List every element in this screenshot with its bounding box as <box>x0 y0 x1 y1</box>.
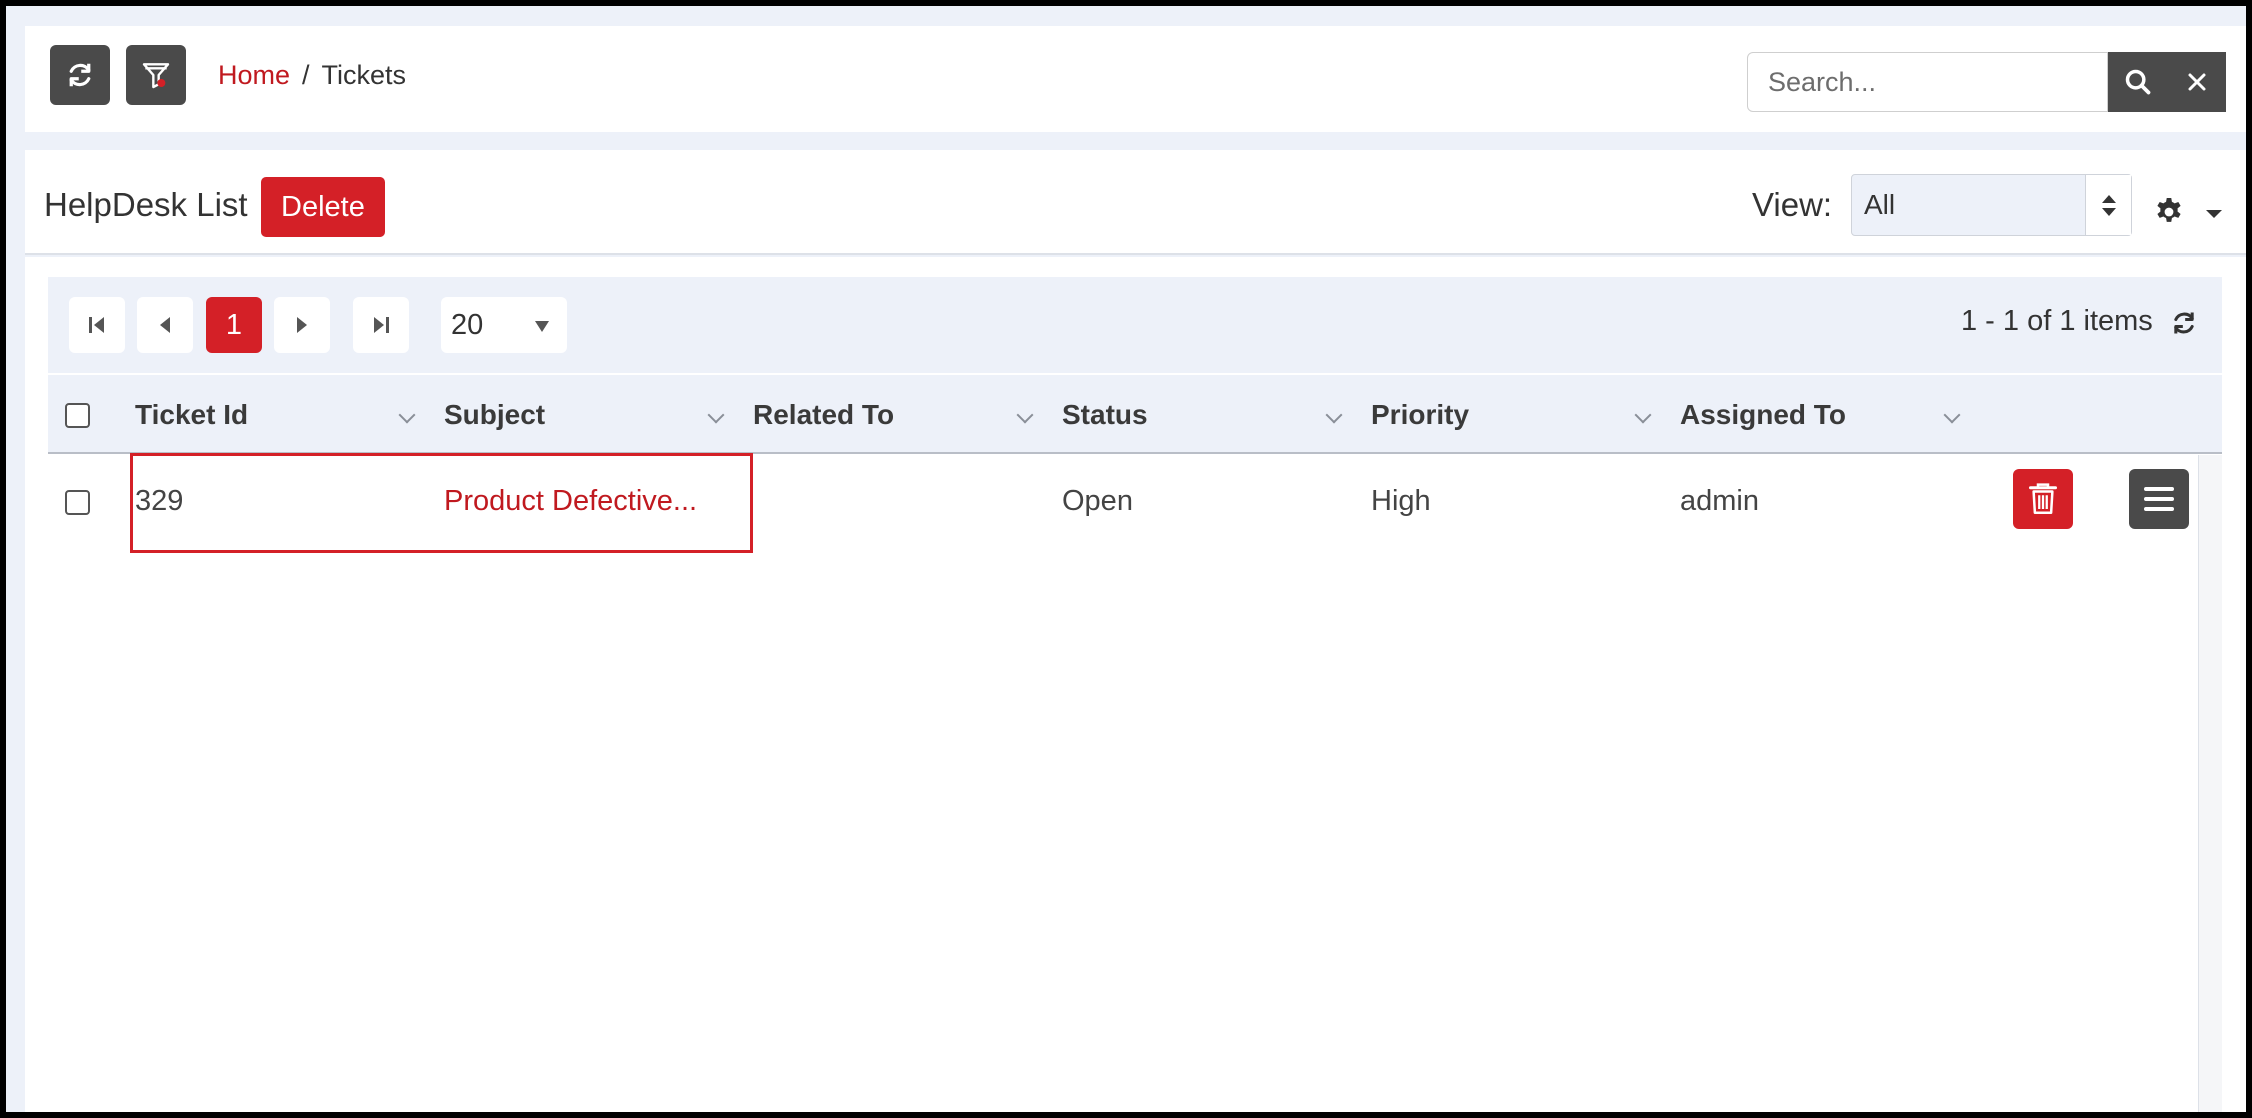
ticket-grid: 1 20 1 - 1 of 1 items Ticket Id Subject … <box>25 257 2246 1112</box>
row-checkbox[interactable] <box>65 490 90 515</box>
first-page-button[interactable] <box>69 297 125 353</box>
list-header: HelpDesk List Delete View: All <box>25 150 2246 255</box>
hamburger-menu-icon <box>2144 487 2174 511</box>
filter-icon <box>142 63 170 89</box>
chevron-down-icon[interactable] <box>398 406 416 424</box>
breadcrumb: Home / Tickets <box>218 60 406 91</box>
select-arrows-icon <box>2085 175 2131 235</box>
column-header-assigned-to[interactable]: Assigned To <box>1680 399 1846 431</box>
gear-icon[interactable] <box>2153 196 2185 228</box>
chevron-right-icon <box>297 317 307 333</box>
close-icon <box>2188 73 2206 91</box>
prev-page-button[interactable] <box>137 297 193 353</box>
trash-icon <box>2029 483 2057 514</box>
table-row[interactable]: 329 Product Defective... Open High admin <box>48 453 2198 553</box>
vertical-scrollbar[interactable] <box>2198 455 2222 1112</box>
delete-button[interactable]: Delete <box>261 177 385 237</box>
last-page-button[interactable] <box>353 297 409 353</box>
search-button[interactable] <box>2108 52 2168 112</box>
refresh-button[interactable] <box>50 45 110 105</box>
column-header-status[interactable]: Status <box>1062 399 1148 431</box>
app-frame: Home / Tickets HelpDesk List Delete View… <box>6 6 2246 1112</box>
breadcrumb-current: Tickets <box>321 60 407 90</box>
cell-priority: High <box>1371 485 1431 517</box>
row-menu-button[interactable] <box>2129 469 2189 529</box>
last-page-icon <box>374 317 389 333</box>
chevron-down-icon[interactable] <box>1634 406 1652 424</box>
column-header-subject[interactable]: Subject <box>444 399 545 431</box>
table-header: Ticket Id Subject Related To Status Prio… <box>48 375 2222 454</box>
refresh-icon <box>69 63 91 87</box>
highlight-box <box>130 453 753 553</box>
page-size-select[interactable]: 20 <box>441 297 567 353</box>
page-size-value: 20 <box>451 308 484 341</box>
filter-button[interactable] <box>126 45 186 105</box>
clear-search-button[interactable] <box>2168 52 2226 112</box>
cell-assigned-to: admin <box>1680 485 1759 517</box>
chevron-left-icon <box>160 317 170 333</box>
cell-status: Open <box>1062 485 1133 517</box>
chevron-down-icon[interactable] <box>1016 406 1034 424</box>
chevron-down-icon[interactable] <box>2206 210 2222 218</box>
pager: 1 20 1 - 1 of 1 items <box>48 277 2222 373</box>
top-bar: Home / Tickets <box>25 26 2246 132</box>
dropdown-arrow-icon <box>535 321 549 332</box>
column-header-related-to[interactable]: Related To <box>753 399 894 431</box>
page-button-current[interactable]: 1 <box>206 297 262 353</box>
view-select[interactable]: All <box>1851 174 2132 236</box>
page-title: HelpDesk List <box>44 186 248 223</box>
chevron-down-icon[interactable] <box>707 406 725 424</box>
view-label: View: <box>1752 186 1833 223</box>
chevron-down-icon[interactable] <box>1325 406 1343 424</box>
view-select-value: All <box>1864 189 1896 220</box>
pager-info: 1 - 1 of 1 items <box>1961 305 2153 337</box>
column-header-priority[interactable]: Priority <box>1371 399 1469 431</box>
next-page-button[interactable] <box>274 297 330 353</box>
first-page-icon <box>89 317 104 333</box>
refresh-icon[interactable] <box>2170 309 2198 337</box>
search-input[interactable] <box>1747 52 2108 112</box>
search-bar <box>1747 52 2226 112</box>
select-all-checkbox[interactable] <box>65 403 90 428</box>
search-icon <box>2125 69 2151 95</box>
breadcrumb-home-link[interactable]: Home <box>218 60 290 91</box>
row-delete-button[interactable] <box>2013 469 2073 529</box>
chevron-down-icon[interactable] <box>1943 406 1961 424</box>
breadcrumb-separator: / <box>302 60 310 90</box>
column-header-ticket-id[interactable]: Ticket Id <box>135 399 248 431</box>
